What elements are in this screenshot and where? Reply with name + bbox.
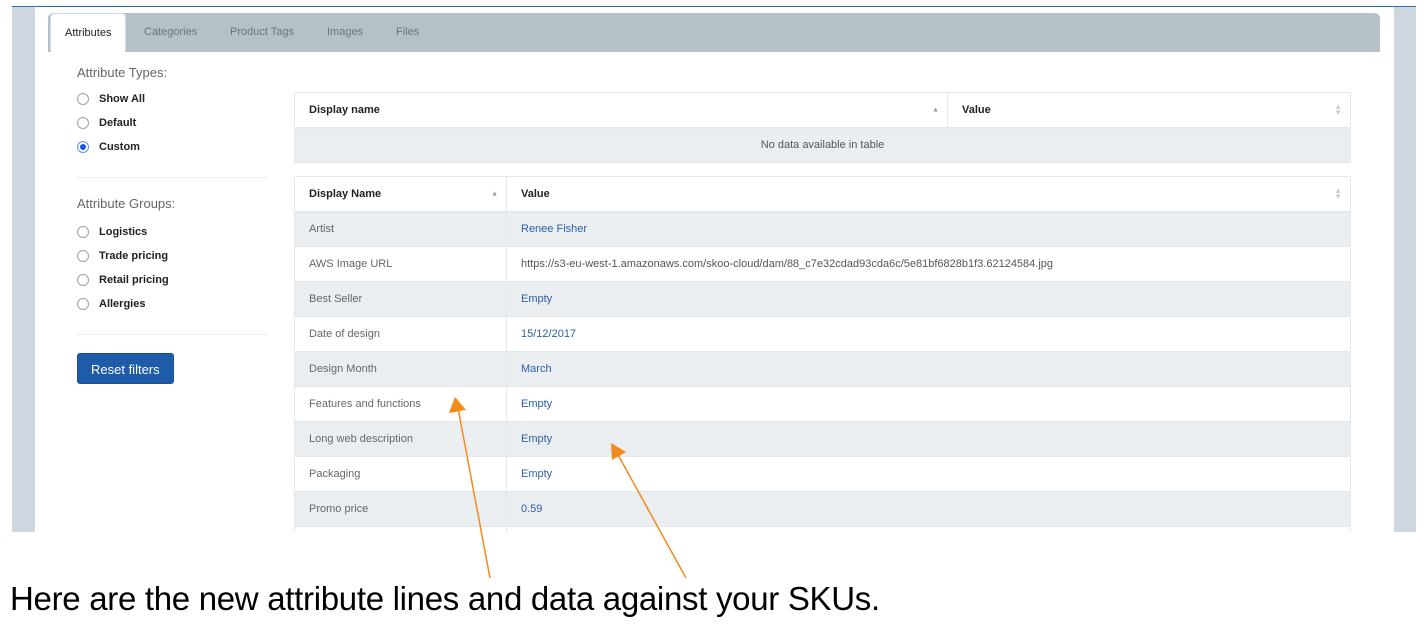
radio-unchecked-icon[interactable]	[77, 226, 89, 238]
tab-attributes[interactable]: Attributes	[50, 13, 127, 52]
radio-trade-pricing[interactable]: Trade pricing	[77, 244, 267, 268]
product-panel: Attributes Categories Product Tags Image…	[35, 7, 1394, 532]
radio-label: Logistics	[99, 226, 148, 238]
tab-bar: Attributes Categories Product Tags Image…	[48, 13, 1380, 52]
radio-unchecked-icon[interactable]	[77, 274, 89, 286]
sort-both-icon[interactable]: ▲ ▼	[1334, 186, 1342, 200]
empty-table-message: No data available in table	[294, 127, 1351, 163]
radio-unchecked-icon[interactable]	[77, 250, 89, 262]
column-header-display-name[interactable]: Display name ▲	[294, 92, 948, 129]
radio-show-all[interactable]: Show All	[77, 87, 267, 111]
attribute-name: AWS Image URL	[294, 246, 507, 282]
attribute-types-title: Attribute Types:	[77, 65, 168, 80]
tab-categories[interactable]: Categories	[144, 13, 197, 52]
radio-label: Trade pricing	[99, 250, 169, 262]
radio-retail-pricing[interactable]: Retail pricing	[77, 268, 267, 292]
radio-custom[interactable]: Custom	[77, 135, 267, 159]
attribute-name	[294, 526, 507, 532]
attribute-value[interactable]: Empty	[506, 281, 1351, 317]
attribute-value[interactable]: Empty	[506, 456, 1351, 492]
attribute-groups-title: Attribute Groups:	[77, 196, 176, 211]
sort-both-icon[interactable]: ▲ ▼	[1334, 102, 1342, 116]
divider	[77, 177, 267, 178]
table-row: Date of design 15/12/2017	[294, 316, 1351, 352]
attribute-name: Design Month	[294, 351, 507, 387]
table-row: Packaging Empty	[294, 456, 1351, 492]
default-attributes-table: Display name ▲ Value ▲ ▼ No data availabl…	[294, 92, 1351, 163]
reset-filters-button[interactable]: Reset filters	[77, 353, 174, 384]
radio-default[interactable]: Default	[77, 111, 267, 135]
table-row: Design Month March	[294, 351, 1351, 387]
attribute-name: Promo price	[294, 491, 507, 527]
sort-asc-icon[interactable]: ▲	[491, 190, 498, 197]
radio-label: Allergies	[99, 298, 146, 310]
radio-logistics[interactable]: Logistics	[77, 220, 267, 244]
table-row: Artist Renee Fisher	[294, 211, 1351, 247]
filter-sidebar: Attribute Types: Show All Default Custom…	[77, 65, 267, 384]
tab-images[interactable]: Images	[327, 13, 363, 52]
attribute-value[interactable]: Empty	[506, 386, 1351, 422]
radio-unchecked-icon[interactable]	[77, 93, 89, 105]
radio-label: Show All	[99, 93, 146, 105]
table-row: Promo price 0.59	[294, 491, 1351, 527]
attribute-value	[506, 526, 1351, 532]
attribute-value[interactable]: 0.59	[506, 491, 1351, 527]
table-row: Best Seller Empty	[294, 281, 1351, 317]
attribute-name: Long web description	[294, 421, 507, 457]
attribute-value[interactable]: 15/12/2017	[506, 316, 1351, 352]
attribute-name: Artist	[294, 211, 507, 247]
right-gutter	[1394, 7, 1416, 532]
attribute-name: Packaging	[294, 456, 507, 492]
table-row: Long web description Empty	[294, 421, 1351, 457]
table-row	[294, 526, 1351, 532]
custom-attributes-table: Display Name ▲ Value ▲ ▼ Artist Renee Fis…	[294, 176, 1351, 532]
attribute-value[interactable]: March	[506, 351, 1351, 387]
left-gutter	[12, 7, 35, 532]
radio-allergies[interactable]: Allergies	[77, 292, 267, 316]
attribute-name: Best Seller	[294, 281, 507, 317]
table-row: Features and functions Empty	[294, 386, 1351, 422]
divider	[77, 334, 267, 335]
radio-label: Default	[99, 117, 137, 129]
radio-unchecked-icon[interactable]	[77, 117, 89, 129]
attribute-value[interactable]: Renee Fisher	[506, 211, 1351, 247]
attribute-name: Features and functions	[294, 386, 507, 422]
radio-unchecked-icon[interactable]	[77, 298, 89, 310]
radio-label: Custom	[99, 141, 140, 153]
column-header-display-name[interactable]: Display Name ▲	[294, 176, 507, 213]
tab-files[interactable]: Files	[396, 13, 419, 52]
radio-checked-icon[interactable]	[77, 141, 89, 153]
table-row: AWS Image URL https://s3-eu-west-1.amazo…	[294, 246, 1351, 282]
attribute-value[interactable]: Empty	[506, 421, 1351, 457]
annotation-caption: Here are the new attribute lines and dat…	[10, 580, 880, 617]
attribute-name: Date of design	[294, 316, 507, 352]
sort-asc-icon[interactable]: ▲	[932, 106, 939, 113]
attribute-value[interactable]: https://s3-eu-west-1.amazonaws.com/skoo-…	[506, 246, 1351, 282]
tab-product-tags[interactable]: Product Tags	[230, 13, 294, 52]
radio-label: Retail pricing	[99, 274, 169, 286]
column-header-value[interactable]: Value ▲ ▼	[947, 92, 1351, 129]
column-header-value[interactable]: Value ▲ ▼	[506, 176, 1351, 213]
